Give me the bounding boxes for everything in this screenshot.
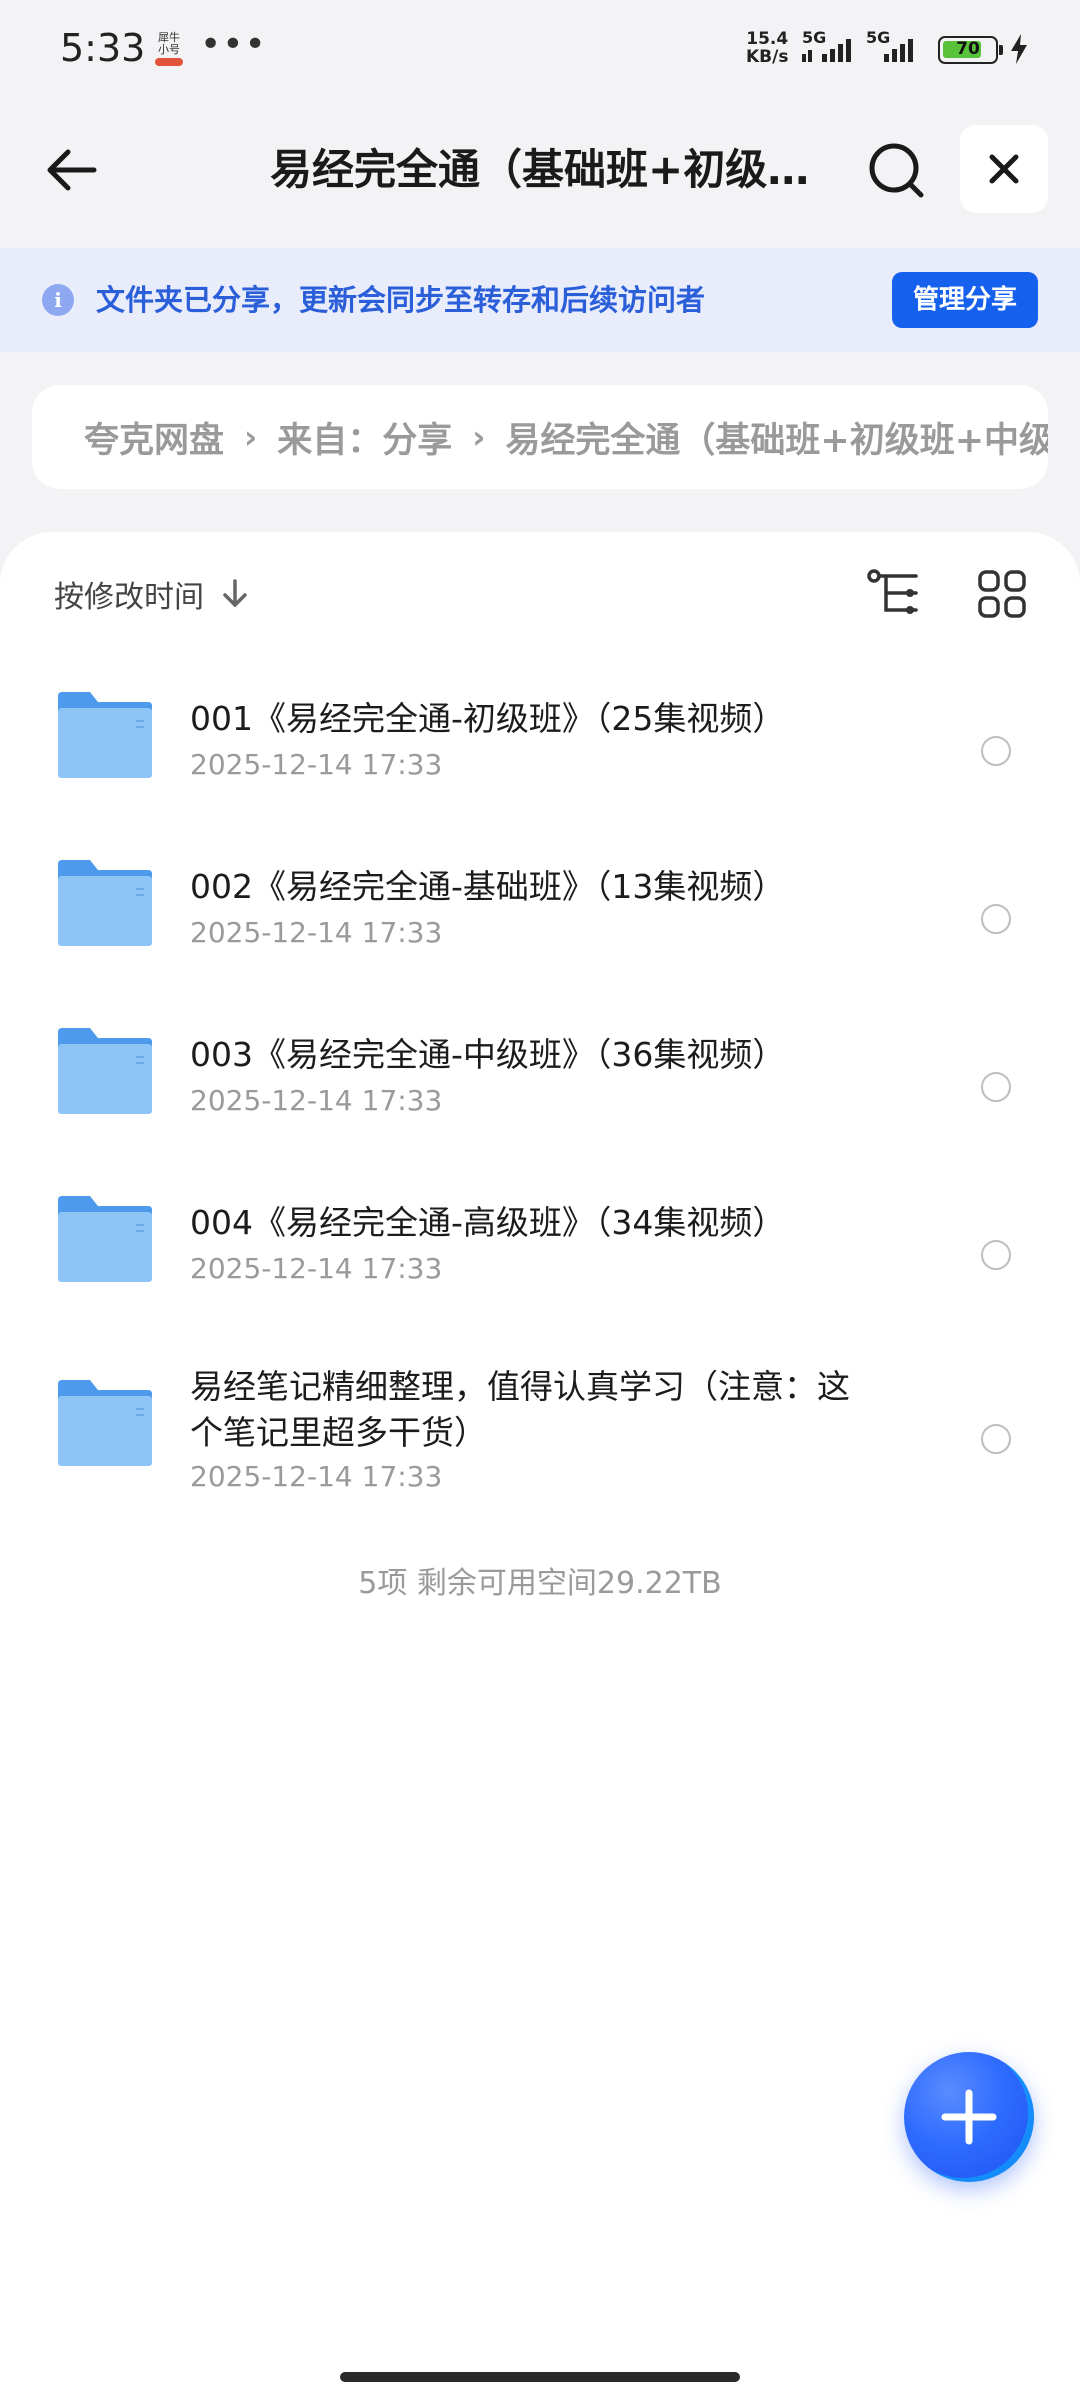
file-row[interactable]: 易经笔记精细整理，值得认真学习（注意：这个笔记里超多干货） 2025-12-14… (0, 1344, 1080, 1544)
app-notification-icon: 犀牛小号 (153, 32, 185, 68)
breadcrumb-current[interactable]: 易经完全通（基础班+初级班+中级班+高级班） (505, 412, 1048, 463)
sort-button[interactable]: 按修改时间 (54, 572, 248, 616)
file-name: 002《易经完全通-基础班》（13集视频） (190, 867, 786, 906)
status-more-icon: ••• (200, 24, 267, 65)
chevron-right-icon: › (244, 418, 258, 456)
back-arrow-icon (47, 149, 97, 191)
breadcrumb-shared[interactable]: 来自：分享 (277, 412, 452, 463)
select-checkbox[interactable] (981, 1240, 1011, 1270)
signal-icon (884, 39, 913, 62)
close-icon (989, 154, 1019, 184)
folder-icon (58, 1380, 152, 1466)
back-button[interactable] (40, 138, 104, 202)
file-date: 2025-12-14 17:33 (190, 1460, 443, 1493)
grid-view-icon[interactable] (974, 566, 1030, 622)
file-date: 2025-12-14 17:33 (190, 1084, 443, 1117)
plus-icon (941, 2089, 997, 2145)
share-notice-text: 文件夹已分享，更新会同步至转存和后续访问者 (96, 283, 706, 317)
speed-unit: KB/s (746, 47, 789, 67)
tree-view-icon[interactable] (866, 566, 922, 622)
file-date: 2025-12-14 17:33 (190, 748, 443, 781)
share-notice-banner: i 文件夹已分享，更新会同步至转存和后续访问者 管理分享 (0, 248, 1080, 352)
sort-down-arrow-icon (223, 579, 247, 607)
folder-icon (58, 1196, 152, 1282)
charging-bolt-icon (1011, 34, 1027, 64)
folder-icon (58, 692, 152, 778)
folder-icon (58, 1028, 152, 1114)
file-row[interactable]: 003《易经完全通-中级班》（36集视频） 2025-12-14 17:33 (0, 1006, 1080, 1174)
file-row[interactable]: 004《易经完全通-高级班》（34集视频） 2025-12-14 17:33 (0, 1174, 1080, 1342)
status-bar: 5:33 犀牛小号 ••• 15.4 KB/s 5G 5G 70 (0, 0, 1080, 100)
file-name: 易经笔记精细整理，值得认真学习（注意：这个笔记里超多干货） (190, 1367, 850, 1452)
file-name: 003《易经完全通-中级班》（36集视频） (190, 1035, 786, 1074)
select-checkbox[interactable] (981, 1424, 1011, 1454)
chevron-right-icon: › (472, 418, 486, 456)
app-icon-label: 犀牛小号 (158, 31, 180, 56)
search-button[interactable] (862, 136, 932, 206)
manage-share-button[interactable]: 管理分享 (892, 272, 1038, 328)
speed-value: 15.4 (746, 29, 789, 49)
breadcrumb: 夸克网盘 › 来自：分享 › 易经完全通（基础班+初级班+中级班+高级班） (32, 385, 1048, 489)
file-date: 2025-12-14 17:33 (190, 1252, 443, 1285)
storage-summary: 5项 剩余可用空间29.22TB (358, 1566, 722, 1601)
page-title: 易经完全通（基础班+初级班+中级班+高级班） (270, 145, 810, 194)
top-nav: 易经完全通（基础班+初级班+中级班+高级班） (0, 120, 1080, 220)
file-name: 001《易经完全通-初级班》（25集视频） (190, 699, 786, 738)
select-checkbox[interactable] (981, 736, 1011, 766)
home-indicator[interactable] (340, 2372, 740, 2382)
status-time: 5:33 (60, 26, 146, 70)
select-checkbox[interactable] (981, 1072, 1011, 1102)
file-row[interactable]: 002《易经完全通-基础班》（13集视频） 2025-12-14 17:33 (0, 838, 1080, 1006)
info-icon: i (42, 284, 74, 316)
select-checkbox[interactable] (981, 904, 1011, 934)
search-icon (869, 143, 924, 198)
close-button[interactable] (960, 125, 1048, 213)
file-date: 2025-12-14 17:33 (190, 916, 443, 949)
add-button[interactable] (904, 2052, 1034, 2182)
battery-icon: 70 (938, 36, 1003, 64)
network-speed: 15.4 KB/s (746, 30, 788, 66)
battery-level: 70 (956, 39, 980, 59)
file-row[interactable]: 001《易经完全通-初级班》（25集视频） 2025-12-14 17:33 (0, 670, 1080, 838)
signal-icon (802, 39, 851, 62)
folder-icon (58, 860, 152, 946)
breadcrumb-root[interactable]: 夸克网盘 (84, 412, 224, 463)
sort-label: 按修改时间 (54, 580, 204, 615)
file-name: 004《易经完全通-高级班》（34集视频） (190, 1203, 786, 1242)
